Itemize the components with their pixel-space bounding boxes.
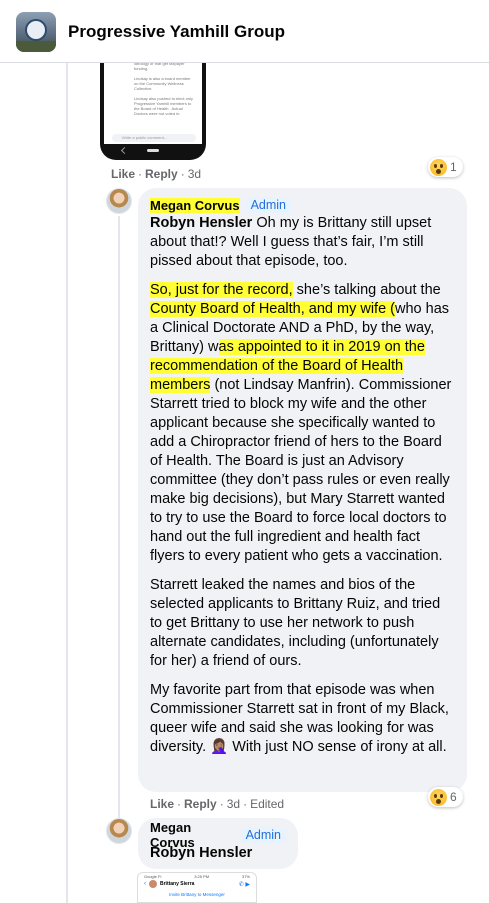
comment-paragraph: So, just for the record, she’s talking a… — [150, 282, 452, 564]
screenshot-text: people like Brittany Sierra ideology or … — [134, 56, 193, 116]
group-title[interactable]: Progressive Yamhill Group — [68, 22, 285, 42]
comment-paragraph: Starrett leaked the names and bios of th… — [150, 577, 441, 669]
wow-reaction-icon — [430, 788, 447, 806]
mention-link[interactable]: Robyn Hensler — [150, 845, 252, 861]
like-button[interactable]: Like — [150, 797, 174, 811]
comment-paragraph: My favorite part from that episode was w… — [150, 682, 449, 755]
comment-bubble: Megan Corvus Admin Robyn Hensler — [138, 818, 298, 869]
admin-badge: Admin — [245, 197, 292, 213]
android-home-icon — [147, 149, 159, 152]
call-icon: ✆ ▶ — [238, 881, 250, 888]
reply-button[interactable]: Reply — [184, 797, 217, 811]
back-arrow-icon: ‹ — [144, 881, 146, 887]
comment-author[interactable]: Megan Corvus — [150, 197, 240, 213]
comment-actions: Like · Reply · 3d · Edited — [150, 797, 285, 811]
mention-link[interactable]: Robyn Hensler — [150, 215, 252, 231]
logo-emblem — [25, 19, 47, 41]
parent-comment-actions: Like · Reply · 3d — [111, 167, 202, 181]
group-logo[interactable] — [16, 12, 56, 52]
admin-badge: Admin — [240, 827, 286, 843]
wow-reaction-icon — [430, 158, 447, 176]
like-button[interactable]: Like — [111, 167, 135, 181]
comment-attachment-image[interactable]: Google Fi 3:25 PM 37% ‹ Brittany Sierra … — [137, 872, 257, 903]
avatar — [149, 880, 157, 888]
reaction-count[interactable]: 1 — [428, 157, 463, 177]
comment-attachment-image[interactable]: people like Brittany Sierra ideology or … — [100, 52, 206, 160]
reply-thread-line — [118, 216, 120, 828]
avatar[interactable] — [106, 188, 132, 214]
comment-time[interactable]: 3d — [227, 797, 240, 811]
thread-line — [66, 63, 68, 903]
comment-text: Robyn Hensler Oh my is Brittany still up… — [150, 215, 432, 269]
reaction-count[interactable]: 6 — [428, 787, 463, 807]
android-back-icon — [120, 146, 129, 155]
reply-button[interactable]: Reply — [145, 167, 178, 181]
edited-label[interactable]: Edited — [250, 797, 284, 811]
comment-time[interactable]: 3d — [188, 167, 201, 181]
screenshot-comment-box: Write a public comment... — [112, 134, 196, 142]
avatar[interactable] — [106, 818, 132, 844]
comment-bubble: Megan Corvus Admin Robyn Hensler Oh my i… — [138, 188, 467, 792]
group-header: Progressive Yamhill Group — [0, 0, 489, 63]
